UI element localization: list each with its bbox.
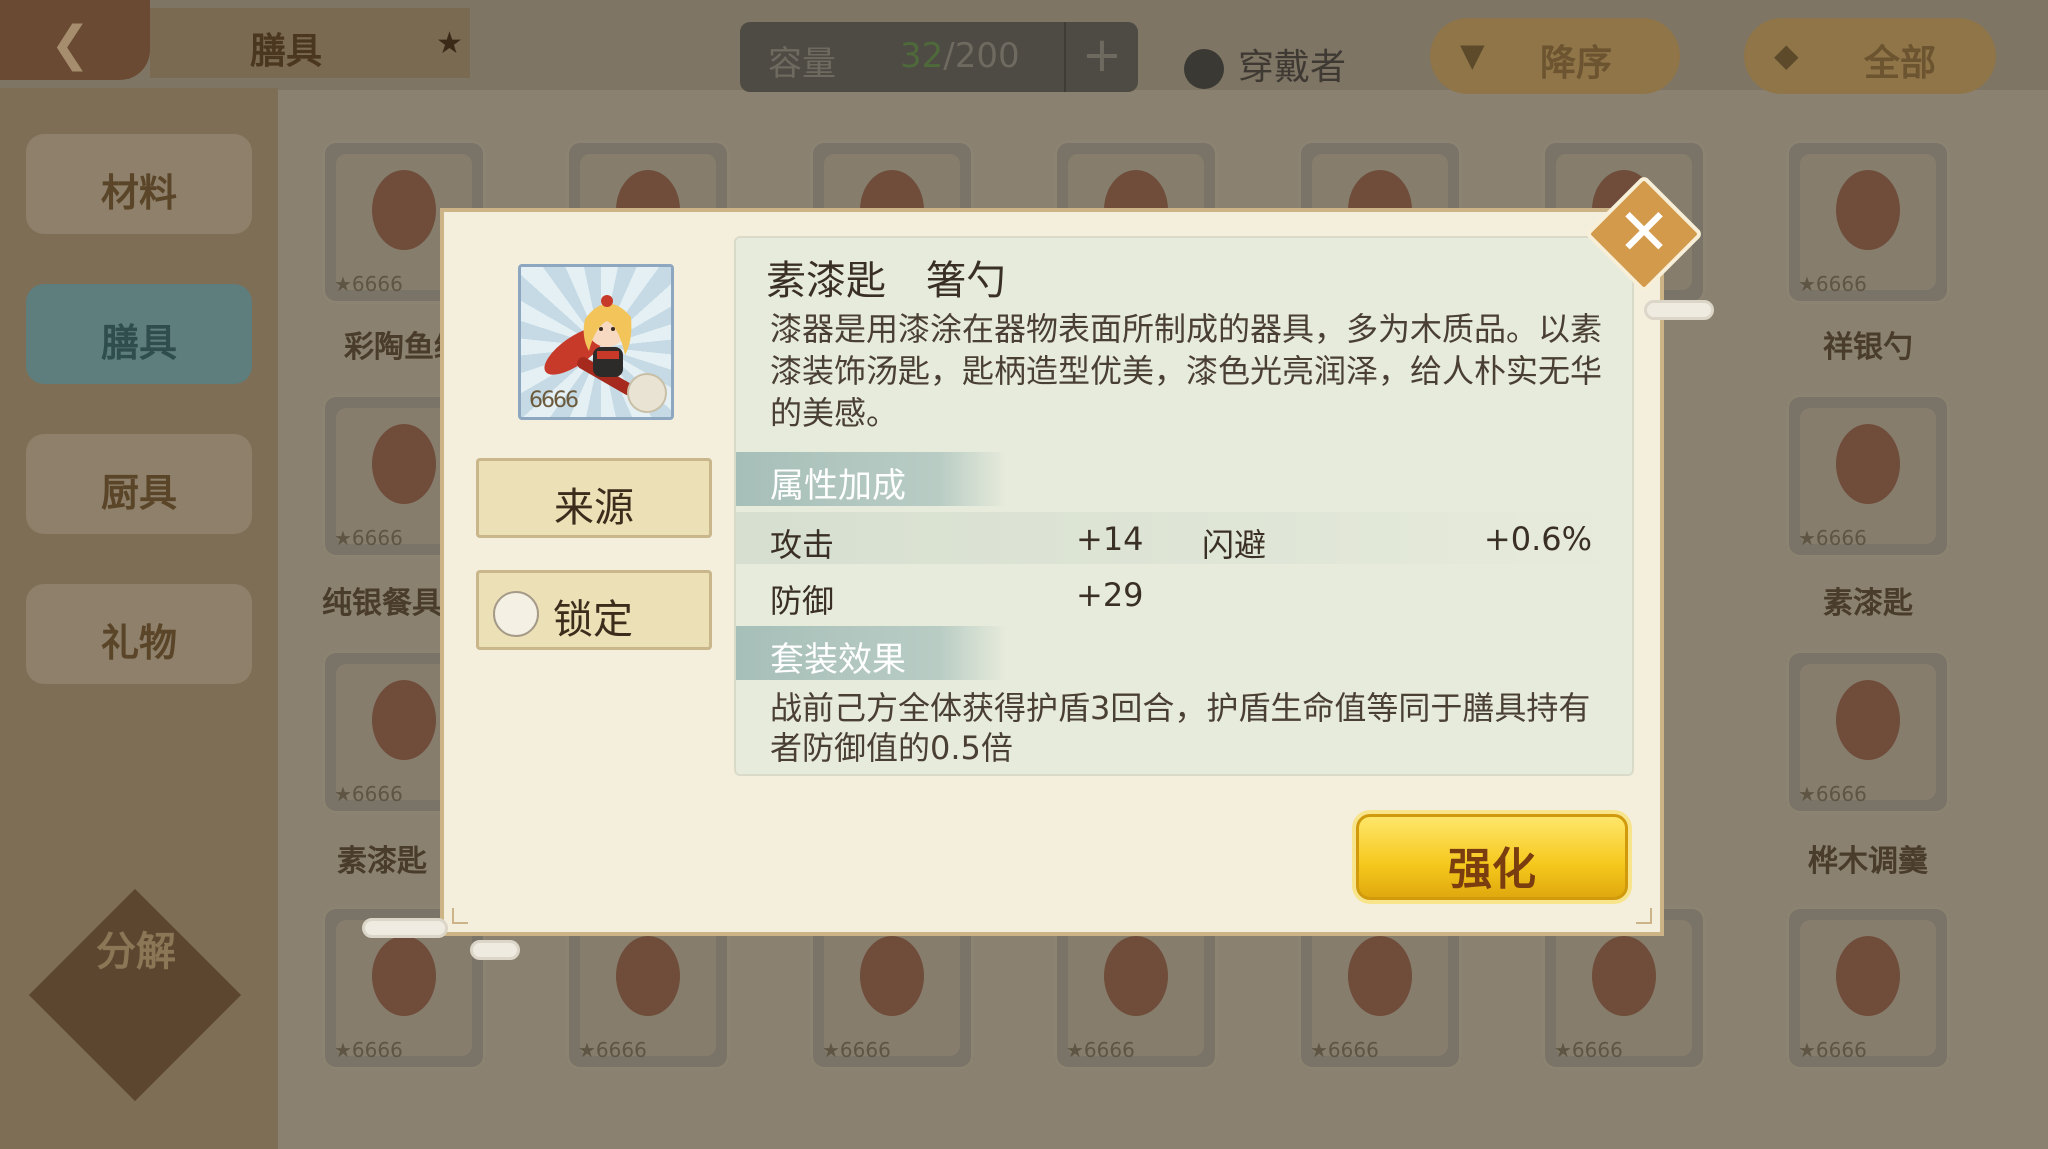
- sidebar-item-label: 礼物: [100, 621, 177, 665]
- cloud-decoration: [1644, 300, 1714, 320]
- stat-value: +0.6%: [1483, 520, 1592, 558]
- page-title-bar: 膳具 ★: [150, 8, 470, 78]
- capacity-total: /200: [943, 36, 1020, 76]
- sidebar-item-tableware[interactable]: 膳具: [26, 284, 252, 384]
- cloud-decoration: [362, 918, 448, 938]
- add-capacity-button[interactable]: +: [1064, 22, 1138, 92]
- item-description: 漆器是用漆涂在器物表面所制成的器具，多为木质品。以素漆装饰汤匙，匙柄造型优美，漆…: [770, 310, 1603, 432]
- wearer-label: 穿戴者: [1238, 47, 1347, 88]
- sidebar-item-materials[interactable]: 材料: [26, 134, 252, 234]
- sidebar-item-label: 膳具: [100, 321, 177, 365]
- lock-label: 锁定: [553, 597, 633, 643]
- item-title: 素漆匙 箸勺: [766, 248, 1006, 306]
- attribute-section-header: 属性加成: [736, 452, 1006, 506]
- capacity-count: 32/200: [900, 36, 1020, 76]
- sort-icon: ▼: [1460, 36, 1485, 74]
- set-effect-description: 战前己方全体获得护盾3回合，护盾生命值等同于膳具持有者防御值的0.5倍: [770, 689, 1591, 767]
- stat-row: 攻击 +14 闪避 +0.6%: [736, 512, 1626, 564]
- item-card[interactable]: ★6666: [1786, 394, 1950, 558]
- item-name: 素漆匙: [766, 258, 886, 304]
- enhance-button[interactable]: 强化: [1356, 814, 1628, 900]
- back-button[interactable]: ❮: [0, 0, 150, 80]
- star-icon[interactable]: ★: [436, 26, 463, 61]
- item-card-name: 祥银勺: [1823, 330, 1913, 365]
- capacity-label: 容量: [768, 44, 836, 84]
- stat-value: +29: [1076, 576, 1144, 614]
- item-card[interactable]: ★6666: [1786, 650, 1950, 814]
- item-card[interactable]: ★6666: [1786, 140, 1950, 304]
- item-card-name: 素漆匙: [1823, 586, 1913, 621]
- item-info-panel: 素漆匙 箸勺 漆器是用漆涂在器物表面所制成的器具，多为木质品。以素漆装饰汤匙，匙柄…: [734, 236, 1634, 776]
- filter-button[interactable]: ◆ 全部: [1744, 18, 1996, 94]
- decompose-label: 分解: [96, 929, 176, 975]
- capacity-current: 32: [900, 36, 944, 76]
- corner-ornament: [452, 908, 468, 924]
- sort-label: 降序: [1540, 43, 1613, 84]
- sidebar-item-label: 厨具: [100, 471, 177, 515]
- sidebar-item-gifts[interactable]: 礼物: [26, 584, 252, 684]
- page-title: 膳具: [250, 31, 323, 72]
- sidebar-item-kitchenware[interactable]: 厨具: [26, 434, 252, 534]
- stat-name: 攻击: [770, 526, 835, 564]
- cloud-decoration: [470, 940, 520, 960]
- stat-name: 防御: [770, 582, 835, 620]
- filter-icon: ◆: [1774, 36, 1799, 74]
- source-label: 来源: [554, 485, 634, 531]
- sort-button[interactable]: ▼ 降序: [1430, 18, 1680, 94]
- top-bar: ❮ 膳具 ★ 容量 32/200 + 穿戴者 ▼ 降序 ◆ 全部: [0, 0, 2048, 94]
- close-icon[interactable]: ✕: [1614, 194, 1674, 272]
- sidebar-item-label: 材料: [100, 171, 177, 215]
- wearer-toggle[interactable]: 穿戴者: [1184, 38, 1346, 90]
- lock-button[interactable]: 锁定: [476, 570, 712, 650]
- enhance-label: 强化: [1448, 844, 1536, 895]
- stat-row: 防御 +29: [736, 568, 1626, 620]
- corner-ornament: [1636, 908, 1652, 924]
- attribute-header-label: 属性加成: [770, 466, 906, 506]
- item-detail-dialog: 6666 来源 锁定 素漆匙 箸勺 漆器是用漆涂在器物表面所制成的器具，多为木质品…: [440, 208, 1664, 936]
- filter-label: 全部: [1864, 43, 1937, 84]
- set-effect-section-header: 套装效果: [736, 626, 1006, 680]
- stat-value: +14: [1076, 520, 1144, 558]
- item-card-name: 桦木调羹: [1808, 844, 1928, 879]
- item-portrait: 6666: [518, 264, 674, 420]
- stat-name: 闪避: [1202, 526, 1267, 564]
- source-button[interactable]: 来源: [476, 458, 712, 538]
- radio-icon: [1184, 49, 1224, 89]
- back-arrow-icon: ❮: [50, 16, 91, 72]
- item-card[interactable]: ★6666: [1786, 906, 1950, 1070]
- item-stars: 6666: [529, 388, 579, 413]
- spoon-type-badge-icon: [627, 373, 667, 413]
- set-effect-header-label: 套装效果: [770, 640, 906, 680]
- item-type: 箸勺: [926, 258, 1006, 304]
- capacity-indicator: 容量 32/200 +: [740, 22, 1138, 92]
- lock-icon: [493, 591, 539, 637]
